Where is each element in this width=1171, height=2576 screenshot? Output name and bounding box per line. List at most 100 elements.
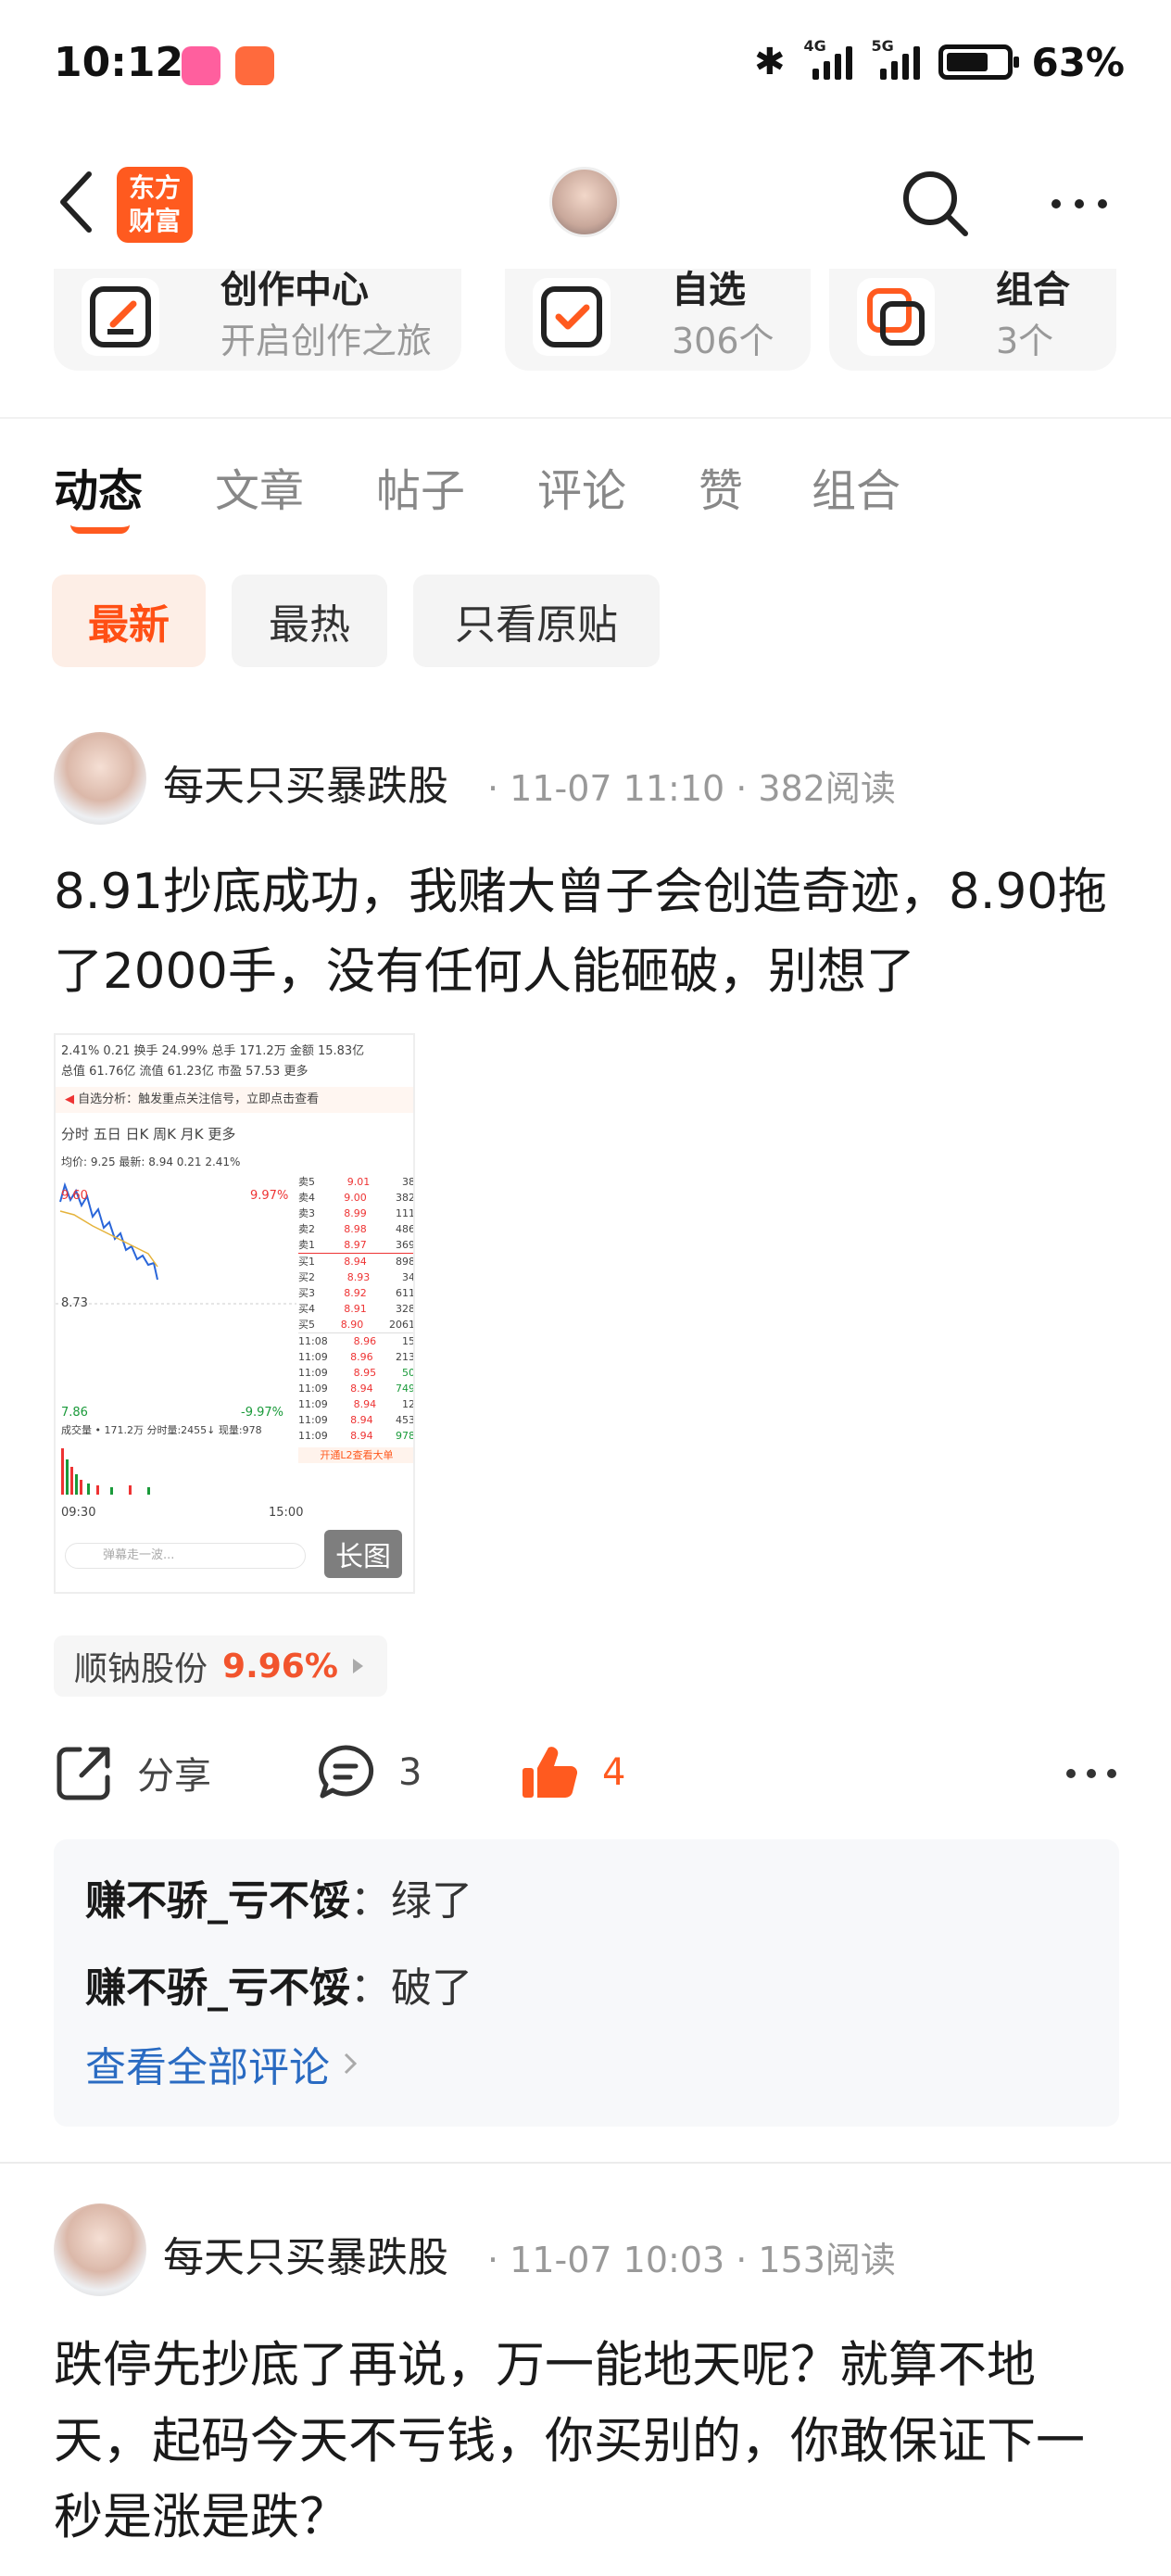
bluetooth-icon: ✱: [753, 41, 786, 83]
trade-price: 8.94: [350, 1414, 373, 1426]
chart-high-pct: 9.97%: [250, 1189, 289, 1203]
card-title: 自选: [672, 269, 746, 311]
bid-price: 8.91: [344, 1303, 367, 1315]
comment-item[interactable]: 赚不骄_亏不馁：破了: [85, 1954, 472, 2014]
more-icon[interactable]: [1064, 1762, 1119, 1785]
avatar[interactable]: [54, 2203, 146, 2296]
post-author[interactable]: 每天只买暴跌股: [163, 2224, 448, 2283]
notice-bar: ◀ 自选分析：触发重点关注信号，立即点击查看: [56, 1087, 413, 1113]
post-author[interactable]: 每天只买暴跌股: [163, 752, 448, 812]
bid-volume: 328: [396, 1303, 415, 1315]
trade-volume: 213: [395, 1351, 415, 1363]
chart-high: 9.60: [61, 1189, 88, 1203]
ask-volume: 382: [396, 1192, 415, 1204]
filter-original-only[interactable]: 只看原贴: [413, 575, 660, 667]
avatar[interactable]: [549, 167, 620, 237]
card-title: 创作中心: [220, 269, 369, 311]
post-image[interactable]: 2.41% 0.21 换手 24.99% 总手 171.2万 金额 15.83亿…: [54, 1033, 415, 1594]
trade-volume: 12: [401, 1398, 415, 1410]
comment-button[interactable]: 3: [315, 1742, 422, 1803]
stock-tag[interactable]: 顺钠股份 9.96%: [54, 1635, 387, 1697]
time-end: 15:00: [269, 1506, 304, 1520]
tab-dynamic[interactable]: 动态: [54, 454, 143, 519]
ask-volume: 486: [396, 1223, 415, 1235]
tab-likes[interactable]: 赞: [699, 454, 743, 519]
tab-bar: 动态 文章 帖子 评论 赞 组合: [0, 445, 1171, 547]
share-label: 分享: [137, 1755, 211, 1798]
post-actions: 分享 3 4: [54, 1733, 1119, 1816]
like-button[interactable]: 4: [519, 1742, 625, 1803]
stock-name: 顺钠股份: [74, 1650, 208, 1688]
network-label: 4G: [803, 37, 826, 55]
ask-price: 9.00: [344, 1192, 367, 1204]
avatar[interactable]: [54, 732, 146, 825]
comment-user: 赚不骄_亏不馁: [85, 1877, 350, 1925]
bid-price: 8.93: [346, 1271, 371, 1283]
creator-center-card[interactable]: 创作中心 开启创作之旅: [54, 269, 461, 371]
order-book: 卖5 9.01 38 卖4 9.00 382 卖3 8.99 111 卖2 8.98 486 卖…: [298, 1174, 415, 1463]
active-tab-indicator: [70, 524, 130, 534]
tab-posts[interactable]: 帖子: [376, 454, 465, 519]
volume-line: 成交量 • 171.2万 分时量:2455↓ 现量:978: [61, 1424, 262, 1436]
trade-price: 8.96: [350, 1351, 373, 1363]
logo-text: 财富: [128, 206, 181, 236]
share-button[interactable]: 分享: [54, 1742, 211, 1803]
trade-price: 8.94: [350, 1383, 373, 1395]
ask-price: 8.97: [344, 1239, 367, 1251]
view-all-comments-link[interactable]: 查看全部评论: [85, 2034, 358, 2093]
battery-icon: [938, 44, 1020, 80]
top-nav: 东方 财富: [0, 139, 1171, 269]
trade-time: 11:09: [298, 1367, 328, 1379]
tab-articles[interactable]: 文章: [215, 454, 304, 519]
app-logo[interactable]: 东方 财富: [117, 167, 193, 243]
more-icon[interactable]: [1047, 185, 1112, 222]
divider: [0, 417, 1171, 419]
comment-item[interactable]: 赚不骄_亏不馁：绿了: [85, 1867, 472, 1926]
back-icon[interactable]: [52, 165, 107, 239]
bid-label: 买1: [298, 1256, 315, 1268]
network-label: 5G: [871, 37, 894, 55]
share-icon: [57, 1747, 110, 1800]
trade-time: 11:09: [298, 1430, 328, 1442]
post-meta: · 11-07 10:03 · 153阅读: [487, 2240, 896, 2280]
chevron-right-icon: [352, 1659, 363, 1673]
notice-text: 自选分析：触发重点关注信号，立即点击查看: [78, 1092, 320, 1106]
tab-portfolio[interactable]: 组合: [812, 454, 900, 519]
watchlist-card[interactable]: 自选 306个: [505, 269, 811, 371]
trade-volume: 453: [395, 1414, 415, 1426]
status-bar: 10:12 ✱ 4G 5G 63%: [0, 0, 1171, 139]
price-line: 均价: 9.25 最新: 8.94 0.21 2.41%: [61, 1155, 241, 1168]
ask-label: 卖2: [298, 1223, 315, 1235]
comment-text: 破了: [391, 1964, 472, 2012]
post-header: 每天只买暴跌股 · 11-07 11:10 · 382阅读: [54, 732, 1119, 825]
stock-change: 9.96%: [222, 1647, 338, 1686]
bid-volume: 611: [396, 1287, 415, 1299]
filter-hottest[interactable]: 最热: [232, 575, 387, 667]
portfolio-card[interactable]: 组合 3个: [829, 269, 1116, 371]
card-title: 组合: [996, 269, 1070, 311]
post-content[interactable]: 跌停先抄底了再说，万一能地天呢？就算不地天，起码今天不亏钱，你买别的，你敢保证下…: [54, 2328, 1119, 2556]
ask-price: 9.01: [346, 1176, 371, 1188]
bid-price: 8.92: [344, 1287, 367, 1299]
bid-label: 买5: [298, 1319, 315, 1331]
trade-time: 11:09: [298, 1383, 328, 1395]
chart-low-pct: -9.97%: [241, 1406, 283, 1420]
battery-percent: 63%: [1031, 39, 1125, 85]
signal-icon: 5G: [871, 37, 921, 80]
filter-latest[interactable]: 最新: [52, 575, 206, 667]
view-all-label: 查看全部评论: [85, 2044, 330, 2091]
quote-header: 2.41% 0.21 换手 24.99% 总手 171.2万 金额 15.83亿: [61, 1044, 365, 1058]
bid-label: 买3: [298, 1287, 315, 1299]
ask-volume: 369: [396, 1239, 415, 1251]
comment-user: 赚不骄_亏不馁: [85, 1964, 350, 2012]
ask-volume: 38: [402, 1176, 415, 1188]
like-count: 4: [602, 1751, 626, 1794]
divider: [0, 2162, 1171, 2164]
search-icon[interactable]: [899, 167, 973, 241]
bid-label: 买2: [298, 1271, 315, 1283]
time-start: 09:30: [61, 1506, 96, 1520]
tab-comments[interactable]: 评论: [537, 454, 626, 519]
portfolio-icon: [857, 278, 935, 356]
trade-price: 8.94: [350, 1430, 373, 1442]
post-content[interactable]: 8.91抄底成功，我赌大曾子会创造奇迹，8.90拖了2000手，没有任何人能砸破…: [54, 852, 1119, 1012]
